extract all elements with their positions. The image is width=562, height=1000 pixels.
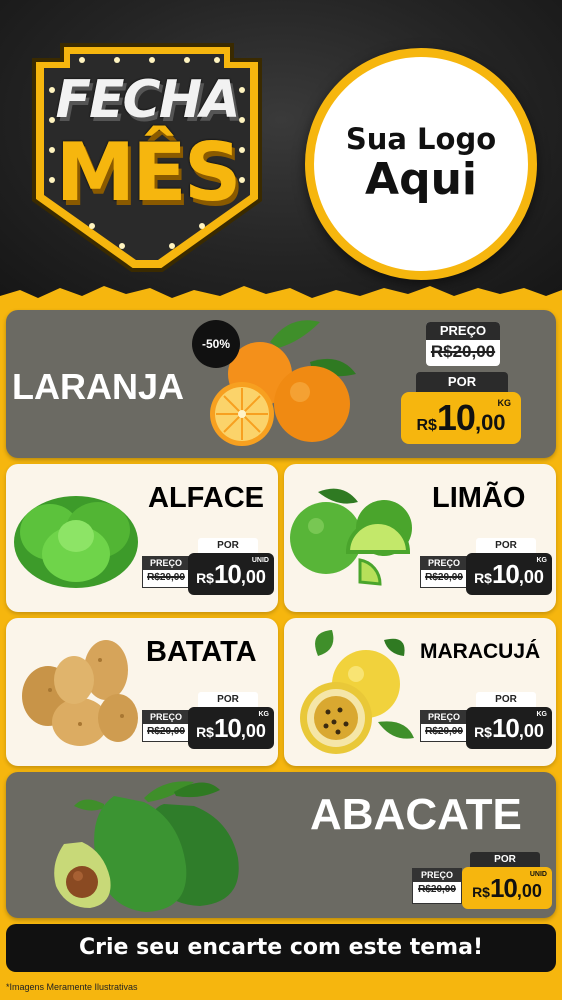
price-box: UNID R$10,00 [462, 867, 552, 909]
price-label: PREÇO [421, 557, 467, 570]
price-int: 10 [491, 559, 520, 589]
cta-button[interactable]: Crie seu encarte com este tema! [6, 924, 556, 972]
por-label: POR [198, 538, 258, 553]
product-name-limao: LIMÃO [432, 482, 526, 514]
lime-image [290, 488, 412, 586]
fecha-mes-badge: FECHA MÊS [22, 30, 272, 280]
price-int: 10 [436, 397, 476, 438]
new-price-alface: POR UNID R$10,00 [188, 538, 274, 595]
old-price: R$20,00 [147, 572, 185, 583]
header: FECHA MÊS Sua Logo Aqui [0, 0, 562, 300]
price-label: PREÇO [143, 557, 189, 570]
unit-label: KG [258, 711, 270, 718]
price-cents: ,00 [240, 721, 266, 741]
product-name-maracuja: MARACUJÁ [420, 640, 541, 663]
unit-label: KG [497, 398, 512, 408]
new-price-laranja: KG R$10,00 [401, 392, 521, 444]
old-price: R$20,00 [147, 726, 185, 737]
product-name-alface: ALFACE [148, 482, 264, 514]
price-int: 10 [213, 559, 242, 589]
price-label: PREÇO [421, 711, 467, 724]
currency: R$ [196, 724, 214, 740]
avocado-image [54, 781, 239, 912]
price-cents: ,00 [518, 721, 544, 741]
badge-text-mes: MÊS [55, 126, 242, 219]
por-label: POR [476, 692, 536, 707]
unit-label: UNID [251, 557, 269, 564]
price-label: PREÇO [426, 322, 500, 340]
new-price-abacate: POR UNID R$10,00 [462, 852, 552, 909]
discount-badge: -50% [192, 320, 240, 368]
badge-text-fecha: FECHA [55, 70, 241, 130]
flyer-page: FECHA MÊS Sua Logo Aqui LARANJA -50% PRE… [0, 0, 562, 1000]
price-label: PREÇO [413, 869, 461, 882]
price-cents: ,00 [516, 881, 542, 901]
old-price-tag-alface: PREÇO R$20,00 [142, 556, 190, 588]
product-name-batata: BATATA [146, 636, 257, 668]
por-label: POR [470, 852, 540, 867]
new-price-batata: POR KG R$10,00 [188, 692, 274, 749]
price-cents: ,00 [240, 567, 266, 587]
price-int: 10 [489, 873, 518, 903]
potato-image [22, 640, 138, 746]
por-label: POR [476, 538, 536, 553]
price-box: KG R$10,00 [466, 707, 552, 749]
price-int: 10 [213, 713, 242, 743]
product-name-laranja: LARANJA [12, 366, 185, 407]
por-label-laranja: POR [416, 372, 508, 392]
price-box: KG R$10,00 [466, 553, 552, 595]
old-price-tag-abacate: PREÇO R$20,00 [412, 868, 462, 904]
passion-fruit-image [300, 630, 414, 754]
old-price-tag-limao: PREÇO R$20,00 [420, 556, 468, 588]
logo-placeholder[interactable]: Sua Logo Aqui [305, 48, 537, 280]
old-price-tag-batata: PREÇO R$20,00 [142, 710, 190, 742]
unit-label: KG [536, 557, 548, 564]
price-box: KG R$10,00 [188, 707, 274, 749]
footnote: *Imagens Meramente Ilustrativas [6, 982, 138, 992]
new-price-maracuja: POR KG R$10,00 [466, 692, 552, 749]
old-price: R$20,00 [418, 884, 456, 895]
logo-text-line1: Sua Logo [345, 121, 497, 156]
torn-paper-edge [0, 286, 562, 312]
price-label: PREÇO [143, 711, 189, 724]
lettuce-image [14, 496, 138, 588]
currency: R$ [474, 724, 492, 740]
currency: R$ [416, 417, 437, 434]
old-price: R$20,00 [425, 572, 463, 583]
old-price-tag-laranja: PREÇO R$20,00 [426, 322, 500, 366]
old-price: R$20,00 [425, 726, 463, 737]
currency: R$ [472, 884, 490, 900]
unit-label: KG [536, 711, 548, 718]
product-name-abacate: ABACATE [310, 790, 522, 839]
logo-text-line2: Aqui [365, 153, 477, 205]
price-cents: ,00 [474, 410, 506, 435]
currency: R$ [196, 570, 214, 586]
unit-label: UNID [529, 871, 547, 878]
old-price-tag-maracuja: PREÇO R$20,00 [420, 710, 468, 742]
por-label: POR [198, 692, 258, 707]
price-int: 10 [491, 713, 520, 743]
price-box: UNID R$10,00 [188, 553, 274, 595]
currency: R$ [474, 570, 492, 586]
price-cents: ,00 [518, 567, 544, 587]
new-price-limao: POR KG R$10,00 [466, 538, 552, 595]
old-price: R$20,00 [430, 342, 496, 361]
